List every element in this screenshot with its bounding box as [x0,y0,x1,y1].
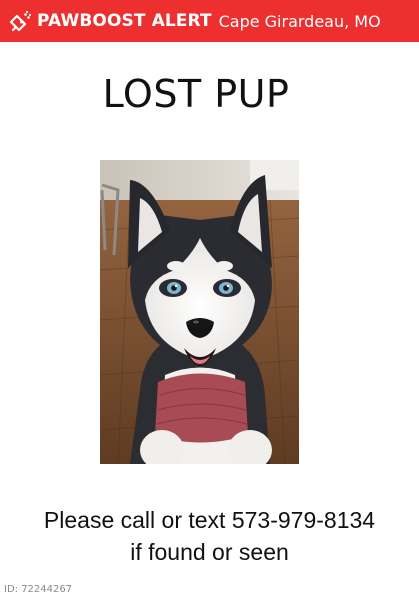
brand-name: PAWBOOST ALERT [37,11,212,31]
alert-id: ID: 72244267 [4,584,73,595]
page-title: LOST PUP [102,72,290,116]
contact-line-1: Please call or text 573-979-8134 [43,507,376,533]
husky-puppy-photo [100,160,299,464]
contact-message: Please call or text 573-979-8134 if foun… [0,504,419,568]
contact-line-2: if found or seen [130,539,289,565]
alert-location: Cape Girardeau, MO [218,11,381,31]
alert-banner: PAWBOOST ALERT Cape Girardeau, MO [0,0,419,42]
megaphone-paw-icon [8,9,32,33]
